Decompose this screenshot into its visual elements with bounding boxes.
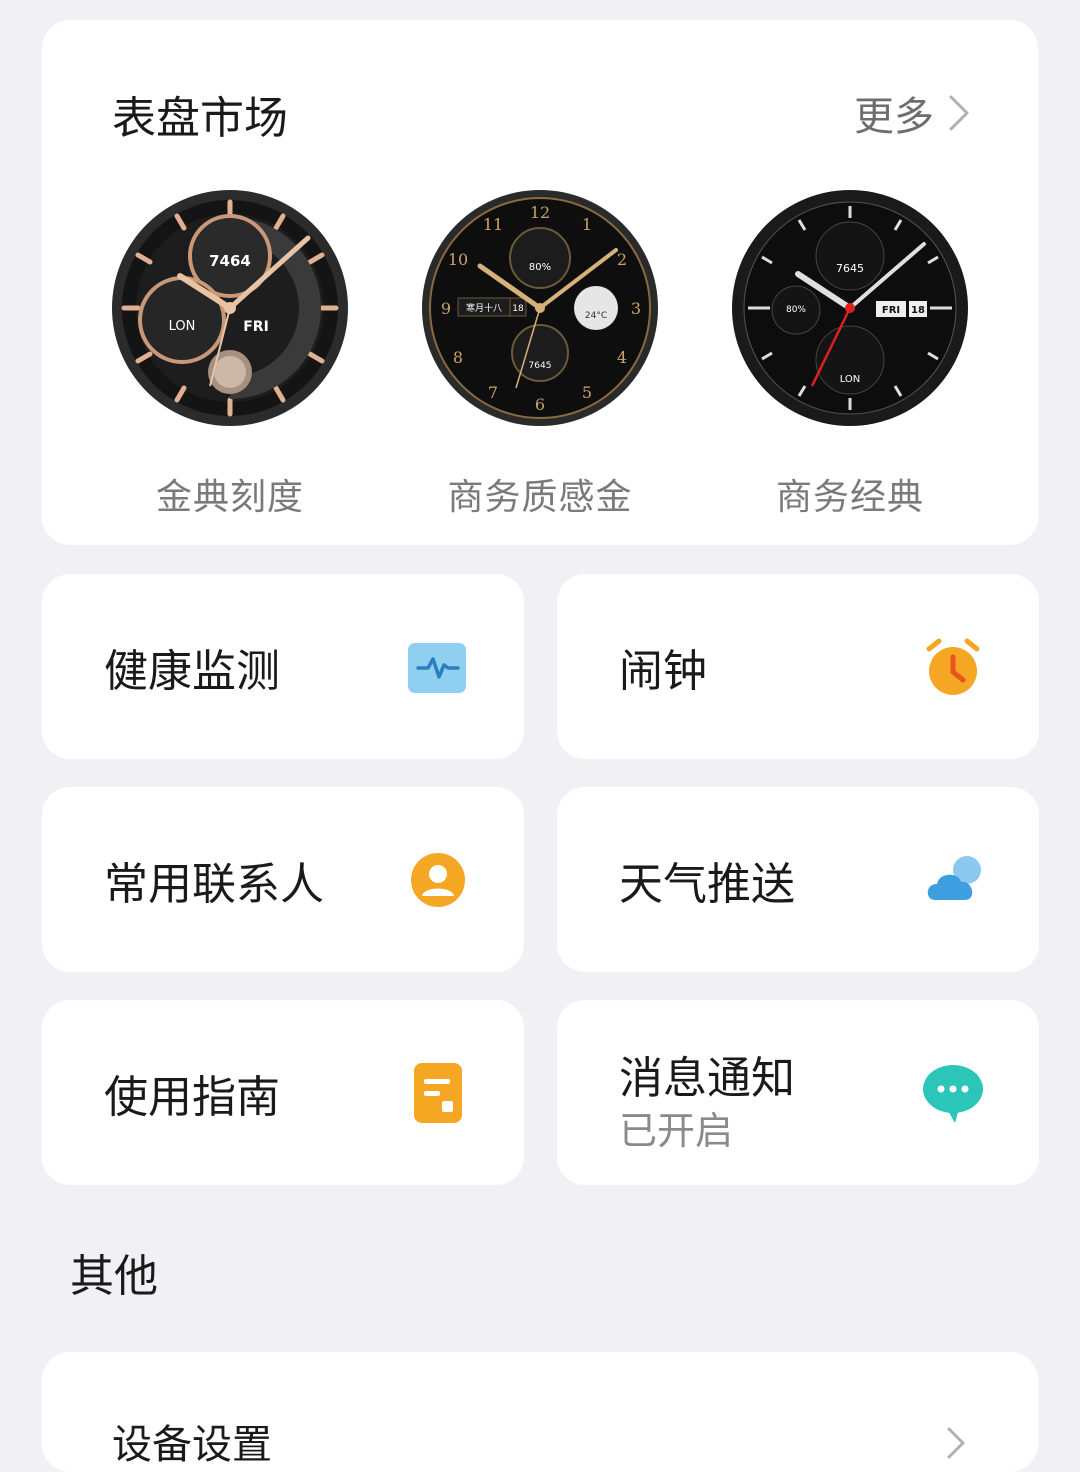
svg-text:6: 6 (535, 395, 545, 414)
watch-face-business-gold[interactable]: 12 6 93 11 1 10 2 84 75 80% 24°C 7645 寒月十八 … (420, 188, 660, 520)
health-monitoring-tile[interactable]: 健康监测 (42, 574, 524, 759)
face1-steps: 7464 (209, 252, 251, 270)
svg-text:5: 5 (582, 383, 592, 402)
face3-date: 18 (911, 305, 925, 316)
face2-battery: 80% (529, 262, 551, 273)
svg-text:8: 8 (453, 348, 463, 367)
market-title: 表盘市场 (112, 93, 288, 144)
device-settings-row[interactable]: 设备设置 (42, 1352, 1038, 1472)
weather-cloud-icon (927, 855, 981, 900)
watch-face-business-classic[interactable]: 7645 80% LON FRI 18 商务经典 (730, 188, 970, 520)
watch-face-name: 商务经典 (775, 477, 924, 518)
notification-status: 已开启 (619, 1109, 734, 1153)
favorite-contacts-label: 常用联系人 (104, 858, 324, 910)
watch-face-preview: 7464 LON FRI (112, 190, 348, 426)
face3-day: FRI (882, 305, 900, 316)
face2-temp: 24°C (585, 311, 607, 321)
face2-lunar: 寒月十八 (466, 302, 502, 314)
health-monitoring-label: 健康监测 (104, 645, 280, 697)
watch-face-market-card: 表盘市场 更多 7464 LON FRI 金典刻度 12 6 9 3 11 1 … (42, 20, 1038, 545)
watch-face-name: 商务质感金 (447, 477, 633, 518)
favorite-contacts-tile[interactable]: 常用联系人 (42, 787, 524, 972)
chevron-right-icon (947, 1427, 965, 1459)
svg-text:3: 3 (631, 299, 641, 318)
more-label: 更多 (854, 94, 934, 140)
alarm-clock-icon (926, 638, 980, 695)
user-guide-tile[interactable]: 使用指南 (42, 1000, 524, 1185)
others-section-title: 其他 (70, 1251, 158, 1302)
svg-text:9: 9 (441, 299, 451, 318)
face2-steps: 7645 (529, 361, 552, 371)
face1-city: LON (169, 319, 196, 334)
face3-city: LON (840, 374, 861, 385)
device-settings-label: 设备设置 (112, 1422, 272, 1468)
watch-face-name: 金典刻度 (155, 477, 304, 518)
face3-steps: 7645 (836, 262, 864, 275)
alarm-label: 闹钟 (619, 645, 707, 697)
weather-push-label: 天气推送 (619, 858, 795, 910)
svg-text:10: 10 (448, 250, 468, 269)
weather-push-tile[interactable]: 天气推送 (557, 787, 1039, 972)
message-bubble-icon (923, 1064, 983, 1123)
watch-face-preview: 7645 80% LON FRI 18 (732, 190, 968, 426)
contact-person-icon (411, 852, 465, 907)
message-notification-tile[interactable]: 消息通知 已开启 (557, 1000, 1039, 1185)
heart-rate-icon (408, 642, 466, 693)
face1-day: FRI (243, 319, 269, 335)
message-notification-label: 消息通知 (619, 1053, 795, 1104)
user-guide-label: 使用指南 (104, 1071, 280, 1123)
svg-text:11: 11 (483, 215, 503, 234)
more-link[interactable]: 更多 (854, 84, 970, 142)
alarm-tile[interactable]: 闹钟 (557, 574, 1039, 759)
watch-face-preview: 126 93 11 1 10 2 84 75 80% 24°C 7645 寒月十八 … (422, 190, 658, 426)
svg-text:2: 2 (617, 250, 627, 269)
face2-date: 18 (512, 304, 524, 314)
svg-text:1: 1 (582, 215, 592, 234)
svg-text:4: 4 (617, 348, 627, 367)
svg-text:12: 12 (530, 203, 550, 222)
svg-text:7: 7 (488, 383, 498, 402)
face3-battery: 80% (786, 305, 806, 315)
guide-document-icon (414, 1062, 462, 1123)
chevron-right-icon (949, 95, 969, 131)
watch-face-gold-scale[interactable]: 7464 LON FRI 金典刻度 (110, 188, 350, 520)
